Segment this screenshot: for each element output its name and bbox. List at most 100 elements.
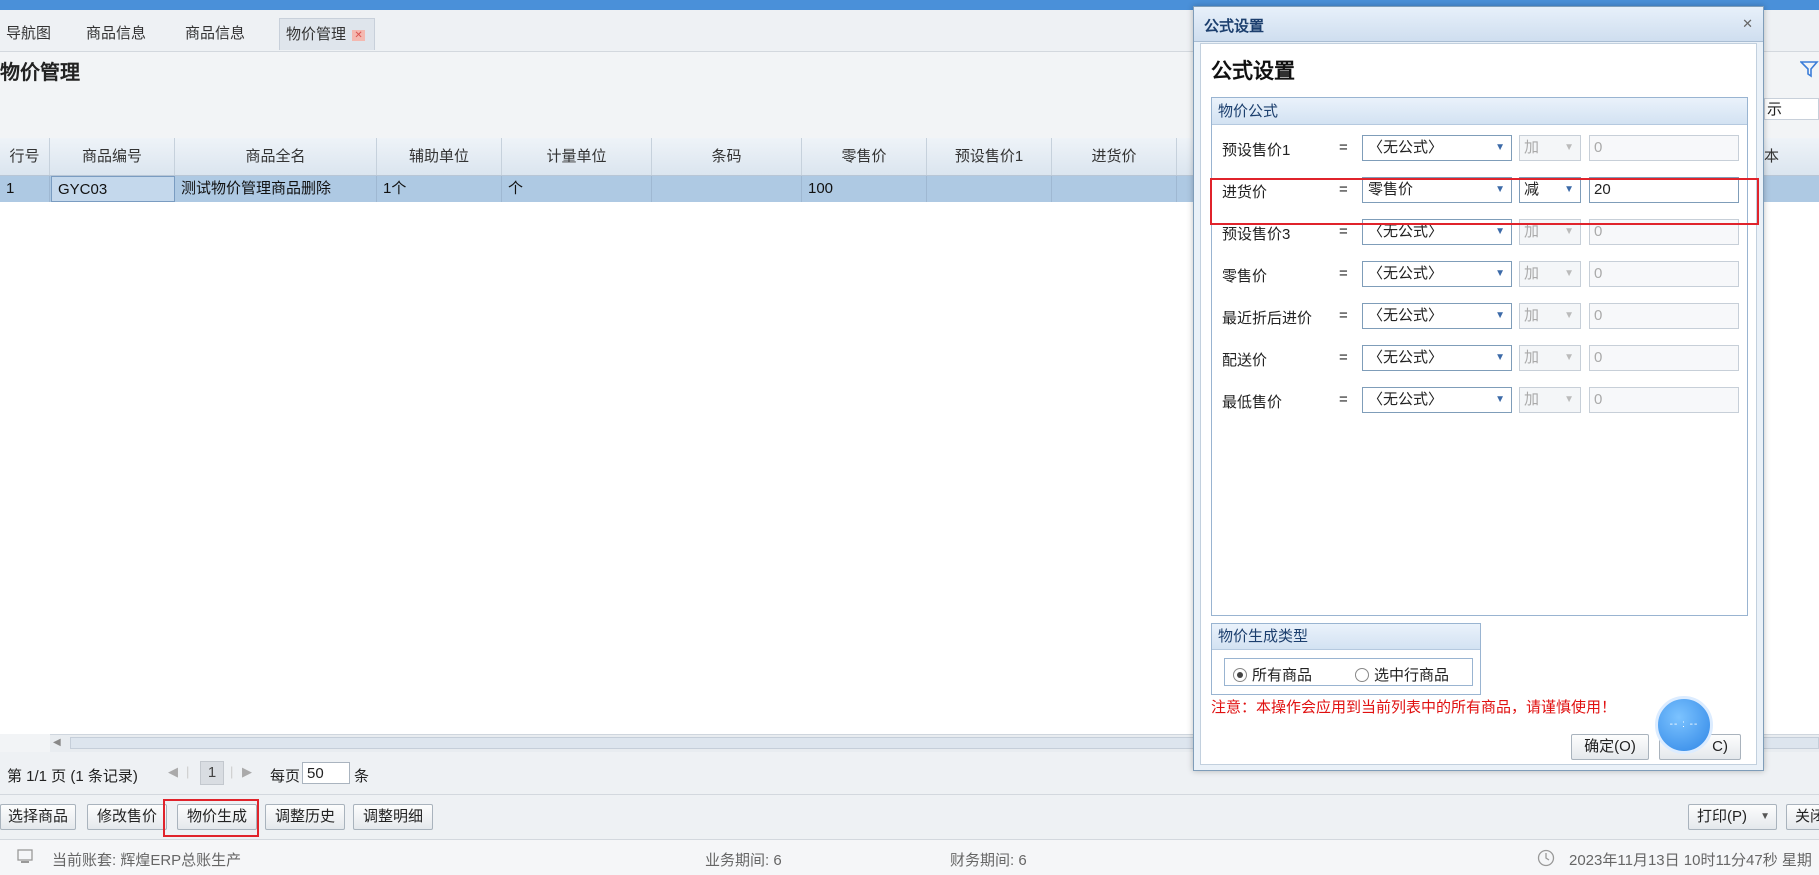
filter-icon[interactable] <box>1800 60 1819 78</box>
formula-label: 预设售价1 <box>1222 142 1291 159</box>
adjust-detail-button[interactable]: 调整明细 <box>353 804 433 830</box>
close-button[interactable]: 关闭 <box>1786 804 1819 830</box>
col-barcode[interactable]: 条码 <box>652 138 802 175</box>
select-value: 〈无公式〉 <box>1368 139 1444 156</box>
page-title: 物价管理 <box>0 62 80 84</box>
close-icon[interactable]: ✕ <box>1742 16 1753 32</box>
adjust-history-button[interactable]: 调整历史 <box>265 804 345 830</box>
chevron-down-icon: ▼ <box>1760 811 1770 822</box>
formula-label: 零售价 <box>1222 268 1268 285</box>
formula-label: 预设售价3 <box>1222 226 1291 243</box>
tab-label: 商品信息 <box>86 25 147 42</box>
formula-source-select[interactable]: 〈无公式〉 ▼ <box>1362 261 1512 287</box>
datetime: 2023年11月13日 10时11分47秒 星期 <box>1569 852 1812 869</box>
per-page-input[interactable]: 50 <box>302 762 350 784</box>
tab-close-icon[interactable]: ✕ <box>352 29 366 41</box>
col-cost[interactable]: 本 <box>1764 138 1819 175</box>
prev-page-icon[interactable]: ◀ <box>168 764 178 780</box>
formula-source-select[interactable]: 〈无公式〉 ▼ <box>1362 135 1512 161</box>
operator-value: 加 <box>1524 139 1540 156</box>
tab-label: 导航图 <box>6 25 52 42</box>
operator-value: 加 <box>1524 223 1540 240</box>
operator-select: 加 ▼ <box>1519 261 1581 287</box>
operator-value: 加 <box>1524 349 1540 366</box>
chevron-down-icon: ▼ <box>1495 394 1505 405</box>
dialog-titlebar[interactable]: 公式设置 ✕ <box>1194 7 1763 42</box>
tab-navigation[interactable]: 导航图 <box>0 18 57 50</box>
cell-aux-unit[interactable]: 1个 <box>377 176 502 202</box>
operator-select: 加 ▼ <box>1519 135 1581 161</box>
select-goods-button[interactable]: 选择商品 <box>0 804 76 830</box>
formula-label: 配送价 <box>1222 352 1268 369</box>
divider: | <box>230 764 234 779</box>
formula-row-recent-purchase: 最近折后进价 = 〈无公式〉 ▼ 加 ▼ 0 <box>1212 301 1747 331</box>
chevron-down-icon: ▼ <box>1564 310 1574 321</box>
dialog-heading: 公式设置 <box>1211 60 1295 83</box>
cell-row-no: 1 <box>0 176 50 202</box>
highlight-box <box>163 799 259 837</box>
operator-select: 加 ▼ <box>1519 387 1581 413</box>
chevron-down-icon: ▼ <box>1495 352 1505 363</box>
price-formula-group: 物价公式 预设售价1 = 〈无公式〉 ▼ 加 ▼ 0 进货价 = 零售价 ▼ 减 ▼ 2… <box>1211 97 1748 616</box>
next-page-icon[interactable]: ▶ <box>242 764 252 780</box>
col-code[interactable]: 商品编号 <box>50 138 175 175</box>
print-label: 打印(P) <box>1697 808 1747 825</box>
select-value: 〈无公式〉 <box>1368 349 1444 366</box>
page-info: 第 1/1 页 (1 条记录) <box>7 768 138 785</box>
operator-value: 加 <box>1524 391 1540 408</box>
tab-goods-info-1[interactable]: 商品信息 <box>80 18 152 50</box>
radio-all-goods[interactable]: 所有商品 <box>1233 664 1312 685</box>
per-page-unit: 条 <box>354 768 370 785</box>
formula-settings-dialog: 公式设置 ✕ 公式设置 物价公式 预设售价1 = 〈无公式〉 ▼ 加 ▼ 0 进货价… <box>1193 6 1764 771</box>
cell-preset1[interactable] <box>927 176 1052 202</box>
cell-barcode[interactable] <box>652 176 802 202</box>
col-purchase[interactable]: 进货价 <box>1052 138 1177 175</box>
chevron-down-icon: ▼ <box>1564 142 1574 153</box>
modify-price-button[interactable]: 修改售价 <box>87 804 167 830</box>
chevron-down-icon: ▼ <box>1564 352 1574 363</box>
col-unit[interactable]: 计量单位 <box>502 138 652 175</box>
tab-goods-info-2[interactable]: 商品信息 <box>179 18 251 50</box>
equals-sign: = <box>1339 139 1348 156</box>
cell-code[interactable]: GYC03 <box>51 176 175 202</box>
chevron-down-icon: ▼ <box>1495 142 1505 153</box>
computer-icon <box>17 849 33 863</box>
chevron-down-icon: ▼ <box>1495 268 1505 279</box>
formula-source-select[interactable]: 〈无公式〉 ▼ <box>1362 303 1512 329</box>
bottom-toolbar: 选择商品 修改售价 物价生成 调整历史 调整明细 打印(P) ▼ 关闭 <box>0 795 1819 840</box>
floating-assistant-ball[interactable]: -- : -- <box>1655 696 1713 754</box>
per-page-label: 每页 <box>270 768 301 785</box>
price-formula-legend: 物价公式 <box>1212 98 1747 125</box>
print-button[interactable]: 打印(P) ▼ <box>1688 804 1777 830</box>
display-option-label[interactable]: 示 <box>1764 98 1819 120</box>
formula-source-select[interactable]: 〈无公式〉 ▼ <box>1362 387 1512 413</box>
select-value: 〈无公式〉 <box>1368 265 1444 282</box>
finance-period: 财务期间: 6 <box>950 852 1027 869</box>
radio-label: 所有商品 <box>1252 667 1313 684</box>
formula-source-select[interactable]: 〈无公式〉 ▼ <box>1362 345 1512 371</box>
radio-unchecked-icon <box>1355 668 1369 682</box>
radio-checked-icon <box>1233 668 1247 682</box>
col-preset1[interactable]: 预设售价1 <box>927 138 1052 175</box>
cell-unit[interactable]: 个 <box>502 176 652 202</box>
divider: | <box>186 764 190 779</box>
col-aux-unit[interactable]: 辅助单位 <box>377 138 502 175</box>
cell-retail[interactable]: 100 <box>802 176 927 202</box>
operator-value: 加 <box>1524 265 1540 282</box>
chevron-down-icon: ▼ <box>1564 268 1574 279</box>
radio-selected-goods[interactable]: 选中行商品 <box>1355 664 1449 685</box>
cell-name[interactable]: 测试物价管理商品删除 <box>175 176 377 202</box>
chevron-down-icon: ▼ <box>1564 394 1574 405</box>
tab-price-management[interactable]: 物价管理 ✕ <box>279 18 375 50</box>
scroll-left-icon[interactable]: ◀ <box>53 737 61 748</box>
warning-text: 注意：本操作会应用到当前列表中的所有商品，请谨慎使用！ <box>1211 699 1617 716</box>
formula-row-preset1: 预设售价1 = 〈无公式〉 ▼ 加 ▼ 0 <box>1212 133 1747 163</box>
col-retail[interactable]: 零售价 <box>802 138 927 175</box>
generation-type-legend: 物价生成类型 <box>1212 624 1480 650</box>
col-name[interactable]: 商品全名 <box>175 138 377 175</box>
col-row-no[interactable]: 行号 <box>0 138 50 175</box>
cell-purchase[interactable] <box>1052 176 1177 202</box>
operator-select: 加 ▼ <box>1519 345 1581 371</box>
confirm-button[interactable]: 确定(O) <box>1571 734 1649 760</box>
current-page[interactable]: 1 <box>200 761 224 785</box>
